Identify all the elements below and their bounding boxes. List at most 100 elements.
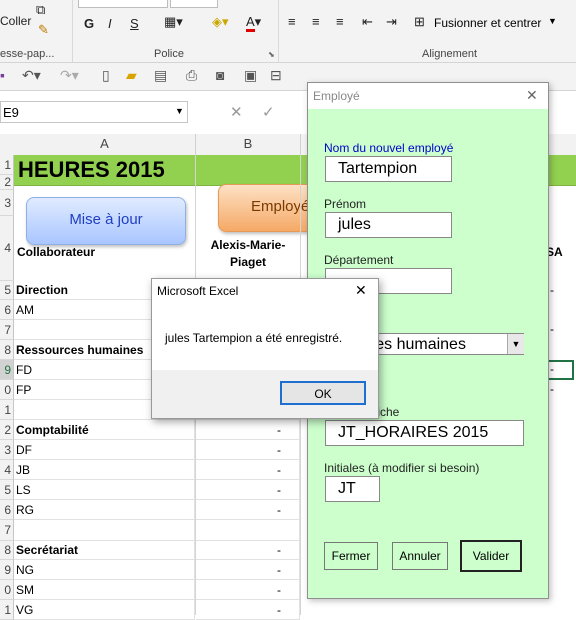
cell-b[interactable]: - <box>196 440 300 460</box>
name-box[interactable]: E9 ▼ <box>0 101 188 123</box>
italic-button[interactable]: I <box>108 16 112 31</box>
row-header[interactable]: 3 <box>0 190 14 216</box>
enter-icon[interactable]: ✓ <box>262 103 275 121</box>
cell-b[interactable]: - <box>196 460 300 480</box>
cell-b[interactable]: - <box>196 500 300 520</box>
print-icon[interactable]: ⎙ <box>186 67 197 84</box>
row-header[interactable]: 8 <box>0 541 14 560</box>
row-header[interactable]: 2 <box>0 420 14 440</box>
open-folder-icon[interactable]: ▰ <box>126 67 137 84</box>
cell-b[interactable] <box>196 520 300 541</box>
cell-a[interactable] <box>14 520 195 541</box>
cell-b[interactable]: - <box>196 541 300 560</box>
cell-b[interactable]: - <box>196 580 300 600</box>
nom-input[interactable]: Tartempion <box>325 156 452 182</box>
row-header[interactable]: 7 <box>0 320 14 340</box>
font-dialog-launcher-icon[interactable]: ⬊ <box>268 50 275 59</box>
cell-a[interactable]: NG <box>14 560 195 580</box>
fill-color-icon[interactable]: ◈▾ <box>212 14 229 30</box>
ok-button[interactable]: OK <box>280 381 366 405</box>
edge-cell[interactable]: - <box>550 380 554 399</box>
row-header[interactable]: 4 <box>0 216 14 281</box>
prenom-input[interactable]: jules <box>325 212 452 238</box>
row-header[interactable]: 1 <box>0 400 14 420</box>
font-size-box[interactable] <box>170 0 218 8</box>
column-header-b[interactable]: B <box>196 134 301 156</box>
message-box[interactable]: Microsoft Excel ✕ jules Tartempion a été… <box>151 278 379 419</box>
cell-a[interactable]: Comptabilité <box>14 420 195 440</box>
undo-icon[interactable]: ↶▾ <box>22 67 41 84</box>
fiche-input[interactable]: JT_HORAIRES 2015 <box>325 420 524 446</box>
underline-button[interactable]: S <box>130 16 139 31</box>
row-header[interactable]: 0 <box>0 580 14 600</box>
row-header[interactable]: 1 <box>0 600 14 620</box>
decrease-indent-icon[interactable]: ⇤ <box>362 14 373 30</box>
row-header[interactable]: 4 <box>0 460 14 480</box>
row-header[interactable]: 7 <box>0 520 14 541</box>
align-right-icon[interactable]: ≡ <box>336 14 344 29</box>
font-name-box[interactable] <box>78 0 168 8</box>
cell-a[interactable]: RG <box>14 500 195 520</box>
merge-center-icon[interactable]: ⊞ <box>414 14 425 30</box>
font-color-button[interactable]: A▾ <box>246 14 261 32</box>
column-header-a[interactable]: A <box>14 134 196 156</box>
cell-a[interactable]: DF <box>14 440 195 460</box>
annuler-button[interactable]: Annuler <box>392 542 448 570</box>
new-file-icon[interactable]: ▯ <box>102 67 110 84</box>
divider <box>278 0 279 62</box>
cell-a[interactable]: SM <box>14 580 195 600</box>
cell-b[interactable]: - <box>196 600 300 620</box>
chevron-down-icon[interactable]: ▼ <box>507 334 524 354</box>
nom-label: Nom du nouvel employé <box>324 141 454 155</box>
cell-a[interactable]: JB <box>14 460 195 480</box>
select-all-corner[interactable] <box>0 134 15 156</box>
row-header[interactable]: 3 <box>0 440 14 460</box>
borders-icon[interactable]: ▦▾ <box>164 14 183 30</box>
align-left-icon[interactable]: ≡ <box>288 14 296 29</box>
row-header[interactable]: 6 <box>0 500 14 520</box>
cell-a[interactable]: VG <box>14 600 195 620</box>
prenom-label: Prénom <box>324 197 367 211</box>
row-header[interactable]: 9 <box>0 560 14 580</box>
row-header[interactable]: 2 <box>0 175 14 190</box>
chevron-down-icon[interactable]: ▼ <box>175 106 184 116</box>
row-header[interactable]: 8 <box>0 340 14 360</box>
cell-a[interactable]: Secrétariat <box>14 541 195 560</box>
cell-a[interactable]: LS <box>14 480 195 500</box>
form-icon[interactable]: ▤ <box>154 67 167 84</box>
row-header[interactable]: 9 <box>0 360 14 380</box>
close-icon[interactable]: ✕ <box>526 87 538 104</box>
row-header[interactable]: 5 <box>0 281 14 300</box>
align-center-icon[interactable]: ≡ <box>312 14 320 29</box>
row-header[interactable]: 0 <box>0 380 14 400</box>
macro-icon[interactable]: ⊟ <box>270 67 282 84</box>
edge-cell[interactable]: - <box>550 281 554 300</box>
copy-icon[interactable]: ⧉ <box>36 2 45 18</box>
departement-label: Département <box>324 253 394 267</box>
bold-button[interactable]: G <box>84 16 94 31</box>
increase-indent-icon[interactable]: ⇥ <box>386 14 397 30</box>
message-text: jules Tartempion a été enregistré. <box>165 331 343 345</box>
fermer-button[interactable]: Fermer <box>324 542 378 570</box>
row-header[interactable]: 1 <box>0 155 14 175</box>
edge-cell[interactable]: - <box>550 320 554 339</box>
chart-icon[interactable]: ▣ <box>244 67 257 84</box>
save-icon[interactable]: ▪ <box>0 67 5 83</box>
cell-b[interactable]: - <box>196 560 300 580</box>
employee-form-titlebar[interactable]: Employé ✕ <box>308 83 548 109</box>
chevron-down-icon[interactable]: ▼ <box>548 16 557 26</box>
cell-b[interactable]: - <box>196 480 300 500</box>
merge-center-button[interactable]: Fusionner et centrer <box>434 16 541 30</box>
row-header[interactable]: 5 <box>0 480 14 500</box>
close-icon[interactable]: ✕ <box>355 282 367 299</box>
cancel-icon[interactable]: ✕ <box>230 103 243 121</box>
cell-b[interactable]: - <box>196 420 300 440</box>
redo-icon[interactable]: ↷▾ <box>60 67 79 84</box>
row-header[interactable]: 6 <box>0 300 14 320</box>
paste-button[interactable]: Coller <box>0 14 31 28</box>
initiales-input[interactable]: JT <box>325 476 380 502</box>
format-painter-icon[interactable]: ✎ <box>38 22 49 38</box>
valider-button[interactable]: Valider <box>460 540 522 572</box>
camera-icon[interactable]: ◙ <box>216 67 224 83</box>
font-color-glyph: A <box>246 14 255 32</box>
